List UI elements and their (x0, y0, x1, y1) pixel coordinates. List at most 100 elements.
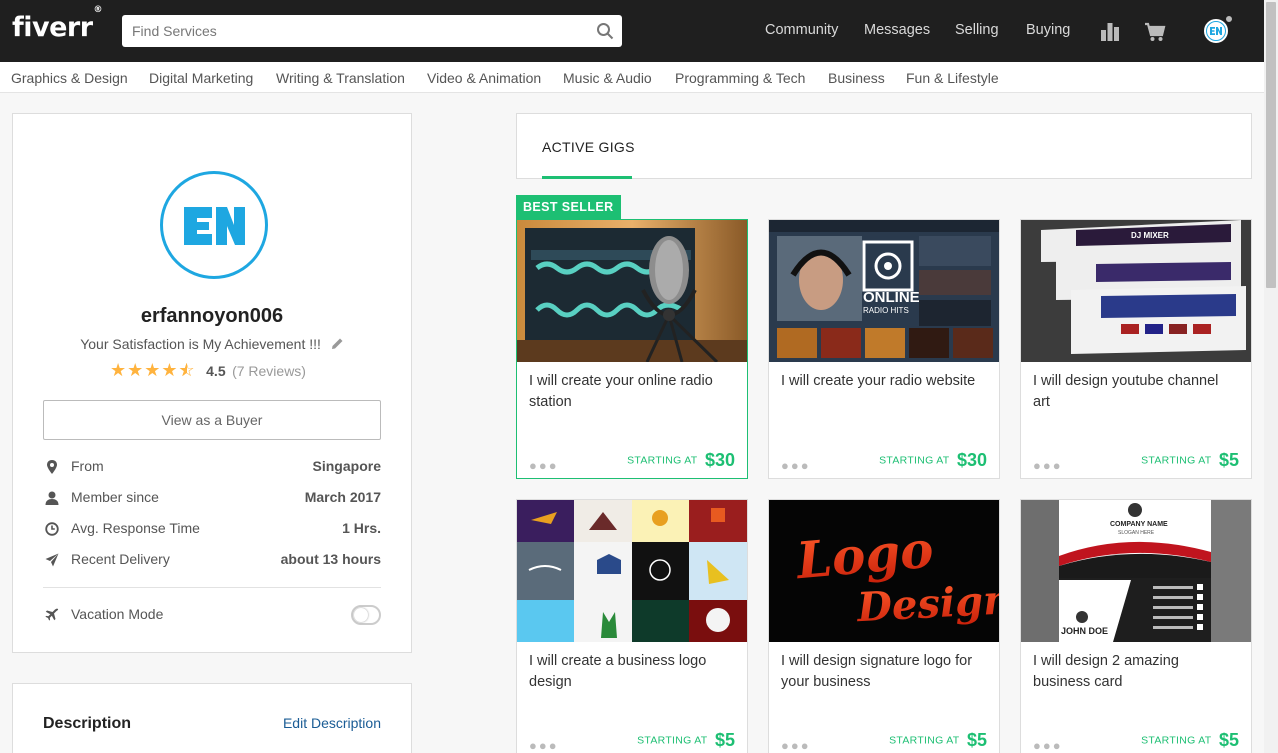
signature-logo-image: Logo Design (769, 500, 999, 642)
gig-thumbnail[interactable]: COMPANY NAME SLOGAN HERE JOHN DOE (1021, 500, 1251, 642)
more-options-icon[interactable]: ●●● (1033, 738, 1063, 753)
cart-icon[interactable] (1144, 22, 1166, 42)
profile-avatar[interactable] (160, 171, 268, 279)
svg-text:JOHN DOE: JOHN DOE (1061, 626, 1108, 636)
category-graphics-design[interactable]: Graphics & Design (11, 70, 128, 86)
category-writing-translation[interactable]: Writing & Translation (276, 70, 405, 86)
more-options-icon[interactable]: ●●● (529, 458, 559, 473)
price-amount: $5 (966, 730, 987, 750)
scrollbar-thumb[interactable] (1266, 2, 1276, 288)
from-label: From (71, 458, 104, 474)
gig-title[interactable]: I will design 2 amazing business card (1033, 651, 1238, 693)
more-options-icon[interactable]: ●●● (529, 738, 559, 753)
clock-icon (45, 522, 59, 536)
svg-text:Logo: Logo (792, 519, 935, 590)
search-input[interactable] (122, 15, 582, 47)
gig-price: STARTING AT $5 (1141, 450, 1239, 471)
view-as-buyer-button[interactable]: View as a Buyer (43, 400, 381, 440)
price-amount: $30 (956, 450, 987, 470)
gig-title[interactable]: I will create your online radio station (529, 371, 734, 413)
info-member-since: Member since March 2017 (43, 489, 381, 509)
price-label: STARTING AT (879, 454, 950, 467)
edit-description-link[interactable]: Edit Description (283, 715, 381, 731)
info-vacation-mode: Vacation Mode (43, 605, 381, 626)
gig-title[interactable]: I will design signature logo for your bu… (781, 651, 986, 693)
price-amount: $5 (1218, 730, 1239, 750)
category-fun-lifestyle[interactable]: Fun & Lifestyle (906, 70, 999, 86)
avatar-logo-icon (184, 207, 245, 245)
search-icon[interactable] (596, 22, 614, 40)
info-recent-delivery: Recent Delivery about 13 hours (43, 551, 381, 571)
gig-card[interactable]: DJ MIXER I will design youtube channel a… (1020, 219, 1252, 479)
gig-card[interactable]: I will create a business logo design ●●●… (516, 499, 748, 753)
price-label: STARTING AT (1141, 454, 1212, 467)
top-bar: fiverr® Community Messages Selling Buyin… (0, 0, 1264, 62)
gig-title[interactable]: I will design youtube channel art (1033, 371, 1238, 413)
more-options-icon[interactable]: ●●● (1033, 458, 1063, 473)
category-digital-marketing[interactable]: Digital Marketing (149, 70, 253, 86)
gig-thumbnail[interactable]: Logo Design (769, 500, 999, 642)
response-time-label: Avg. Response Time (71, 520, 200, 536)
nav-community[interactable]: Community (765, 22, 838, 38)
category-business[interactable]: Business (828, 70, 885, 86)
price-label: STARTING AT (1141, 734, 1212, 747)
gig-thumbnail[interactable]: ONLINE RADIO HITS (769, 220, 999, 362)
vacation-mode-toggle[interactable] (351, 605, 381, 625)
profile-card: erfannoyon006 Your Satisfaction is My Ac… (12, 113, 412, 653)
description-card: Description Edit Description (12, 683, 412, 753)
reviews-count[interactable]: (7 Reviews) (232, 363, 306, 379)
profile-divider (43, 587, 381, 588)
svg-text:Design: Design (855, 576, 999, 631)
airplane-icon (45, 608, 59, 621)
price-label: STARTING AT (889, 734, 960, 747)
paper-plane-icon (45, 553, 59, 567)
gig-title[interactable]: I will create a business logo design (529, 651, 734, 693)
fiverr-logo[interactable]: fiverr® (12, 5, 103, 43)
more-options-icon[interactable]: ●●● (781, 458, 811, 473)
svg-text:DJ MIXER: DJ MIXER (1131, 231, 1169, 240)
category-video-animation[interactable]: Video & Animation (427, 70, 541, 86)
online-status-dot (1224, 14, 1234, 24)
gig-price: STARTING AT $5 (637, 730, 735, 751)
business-card-image: COMPANY NAME SLOGAN HERE JOHN DOE (1021, 500, 1251, 642)
search-box (122, 15, 622, 47)
profile-tagline: Your Satisfaction is My Achievement !!! (13, 336, 411, 352)
microphone-image (517, 220, 747, 362)
gig-thumbnail[interactable] (517, 220, 747, 362)
gig-thumbnail[interactable]: DJ MIXER (1021, 220, 1251, 362)
gig-title[interactable]: I will create your radio website (781, 371, 986, 392)
price-amount: $30 (704, 450, 735, 470)
edit-pencil-icon[interactable] (331, 337, 344, 350)
from-value: Singapore (312, 458, 381, 474)
price-label: STARTING AT (637, 734, 708, 747)
svg-text:COMPANY NAME: COMPANY NAME (1110, 521, 1168, 528)
tab-active-gigs[interactable]: ACTIVE GIGS (542, 139, 635, 155)
info-from: From Singapore (43, 458, 381, 478)
more-options-icon[interactable]: ●●● (781, 738, 811, 753)
category-programming-tech[interactable]: Programming & Tech (675, 70, 805, 86)
gig-thumbnail[interactable] (517, 500, 747, 642)
category-music-audio[interactable]: Music & Audio (563, 70, 652, 86)
user-avatar[interactable] (1204, 19, 1228, 43)
nav-messages[interactable]: Messages (864, 22, 930, 38)
gig-card[interactable]: Logo Design I will design signature logo… (768, 499, 1000, 753)
logo-collage-image (517, 500, 747, 642)
price-amount: $5 (1218, 450, 1239, 470)
svg-text:ONLINE: ONLINE (863, 289, 920, 306)
analytics-icon[interactable] (1101, 21, 1119, 41)
nav-buying[interactable]: Buying (1026, 22, 1070, 38)
active-tab-indicator (542, 176, 632, 179)
rating-row: ★★★★☆★ 4.5 (7 Reviews) (110, 360, 306, 380)
youtube-channel-art-image: DJ MIXER (1021, 220, 1251, 362)
gig-card[interactable]: I will create your online radio station … (516, 219, 748, 479)
user-icon (45, 491, 59, 505)
gig-card[interactable]: COMPANY NAME SLOGAN HERE JOHN DOE I will… (1020, 499, 1252, 753)
member-since-label: Member since (71, 489, 159, 505)
svg-text:SLOGAN HERE: SLOGAN HERE (1118, 530, 1155, 536)
recent-delivery-value: about 13 hours (280, 551, 381, 567)
nav-selling[interactable]: Selling (955, 22, 999, 38)
recent-delivery-label: Recent Delivery (71, 551, 170, 567)
gig-card[interactable]: ONLINE RADIO HITS I will create your rad… (768, 219, 1000, 479)
gig-price: STARTING AT $5 (1141, 730, 1239, 751)
svg-text:RADIO HITS: RADIO HITS (863, 306, 909, 315)
